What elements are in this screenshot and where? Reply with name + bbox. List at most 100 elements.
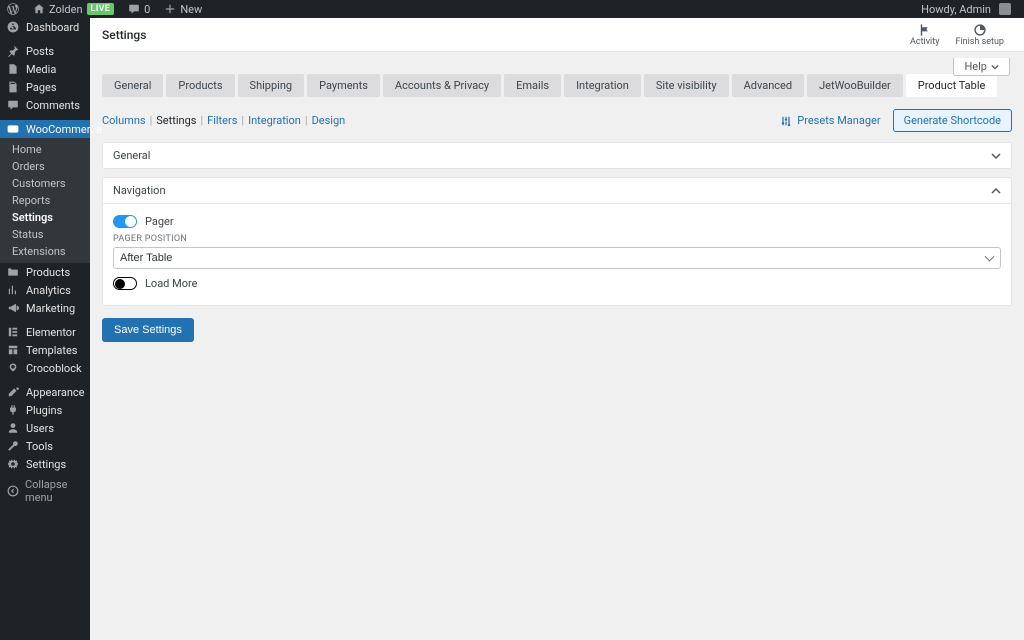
- howdy-label: Howdy, Admin: [921, 3, 991, 16]
- menu-label: Dashboard: [26, 21, 79, 34]
- menu-users[interactable]: Users: [0, 419, 90, 437]
- pt-sublink-settings[interactable]: Settings: [156, 114, 196, 127]
- appearance-icon: [7, 386, 19, 398]
- plus-icon: [164, 3, 176, 15]
- activity-panel-toggle[interactable]: Activity: [902, 23, 947, 47]
- menu-comments[interactable]: Comments: [0, 96, 90, 114]
- panel-general[interactable]: General: [102, 142, 1012, 169]
- wc-tab-shipping[interactable]: Shipping: [238, 74, 305, 97]
- howdy-account[interactable]: Howdy, Admin: [914, 0, 1018, 18]
- pager-position-select[interactable]: After Table: [113, 247, 1001, 269]
- menu-dashboard[interactable]: Dashboard: [0, 18, 90, 36]
- pt-sublink-columns[interactable]: Columns: [102, 114, 146, 127]
- menu-appearance[interactable]: Appearance: [0, 383, 90, 401]
- menu-label: Analytics: [26, 284, 71, 297]
- wc-tab-integration[interactable]: Integration: [564, 74, 641, 97]
- menu-products[interactable]: Products: [0, 263, 90, 281]
- submenu-settings[interactable]: Settings: [0, 209, 90, 226]
- menu-label: Pages: [26, 81, 57, 94]
- products-icon: [7, 266, 19, 278]
- menu-marketing[interactable]: Marketing: [0, 299, 90, 317]
- wc-tab-emails[interactable]: Emails: [504, 74, 561, 97]
- submenu-home[interactable]: Home: [0, 141, 90, 158]
- wc-tab-accounts-privacy[interactable]: Accounts & Privacy: [383, 74, 501, 97]
- submenu-status[interactable]: Status: [0, 226, 90, 243]
- wc-tab-payments[interactable]: Payments: [307, 74, 380, 97]
- media-icon: [7, 63, 19, 75]
- live-badge: Live: [87, 3, 115, 15]
- page-body: Settings Activity Finish setup Help Gene…: [90, 18, 1024, 640]
- menu-settings[interactable]: Settings: [0, 455, 90, 473]
- submenu-customers[interactable]: Customers: [0, 175, 90, 192]
- collapse-menu[interactable]: Collapse menu: [0, 473, 90, 509]
- panel-title: General: [113, 149, 150, 162]
- plugins-icon: [7, 404, 19, 416]
- comment-icon: [128, 3, 140, 15]
- wc-tab-product-table[interactable]: Product Table: [906, 74, 998, 97]
- menu-label: Settings: [26, 458, 66, 471]
- menu-posts[interactable]: Posts: [0, 42, 90, 60]
- menu-label: Media: [26, 63, 56, 76]
- menu-plugins[interactable]: Plugins: [0, 401, 90, 419]
- submenu-orders[interactable]: Orders: [0, 158, 90, 175]
- menu-tools[interactable]: Tools: [0, 437, 90, 455]
- wc-tab-products[interactable]: Products: [166, 74, 234, 97]
- pt-sublink-integration[interactable]: Integration: [248, 114, 301, 127]
- finish-setup[interactable]: Finish setup: [947, 23, 1012, 47]
- chevron-up-icon: [991, 186, 1001, 196]
- help-label: Help: [964, 60, 987, 73]
- wc-tab-general[interactable]: General: [102, 74, 163, 97]
- menu-templates[interactable]: Templates: [0, 341, 90, 359]
- wc-tab-site-visibility[interactable]: Site visibility: [644, 74, 729, 97]
- pages-icon: [7, 81, 19, 93]
- home-icon: [33, 3, 45, 15]
- wp-logo[interactable]: [0, 0, 26, 18]
- wc-tab-advanced[interactable]: Advanced: [732, 74, 804, 97]
- comment-icon: [7, 99, 19, 111]
- pin-icon: [7, 45, 19, 57]
- menu-label: Crocoblock: [26, 362, 82, 375]
- menu-pages[interactable]: Pages: [0, 78, 90, 96]
- loadmore-label: Load More: [145, 277, 197, 290]
- presets-label: Presets Manager: [797, 114, 880, 127]
- menu-media[interactable]: Media: [0, 60, 90, 78]
- panel-title: Navigation: [113, 184, 166, 197]
- collapse-icon: [7, 485, 19, 497]
- new-label: New: [180, 3, 202, 16]
- wc-tab-jetwoobuilder[interactable]: JetWooBuilder: [807, 74, 903, 97]
- menu-label: Comments: [26, 99, 80, 112]
- new-content[interactable]: New: [157, 0, 209, 18]
- site-name-label: Zolden: [49, 3, 83, 16]
- submenu-woocommerce: Home Orders Customers Reports Settings S…: [0, 138, 90, 263]
- menu-label: Users: [26, 422, 54, 435]
- submenu-reports[interactable]: Reports: [0, 192, 90, 209]
- pager-toggle[interactable]: [113, 215, 137, 228]
- menu-analytics[interactable]: Analytics: [0, 281, 90, 299]
- panel-navigation-header[interactable]: Navigation: [102, 177, 1012, 204]
- admin-bar: Zolden Live 0 New Howdy, Admin: [0, 0, 1024, 18]
- menu-label: Marketing: [26, 302, 75, 315]
- pt-sublink-filters[interactable]: Filters: [207, 114, 237, 127]
- flag-icon: [918, 23, 932, 37]
- save-settings-button[interactable]: Save Settings: [102, 318, 194, 342]
- page-header: Settings Activity Finish setup: [90, 18, 1024, 52]
- pt-sublink-design[interactable]: Design: [312, 114, 346, 127]
- presets-manager-link[interactable]: Presets Manager: [780, 114, 880, 127]
- loadmore-toggle[interactable]: [113, 277, 137, 290]
- menu-crocoblock[interactable]: Crocoblock: [0, 359, 90, 377]
- menu-woocommerce[interactable]: WooCommerce: [0, 120, 90, 138]
- comments-count[interactable]: 0: [121, 0, 157, 18]
- elementor-icon: [7, 326, 19, 338]
- submenu-extensions[interactable]: Extensions: [0, 243, 90, 260]
- site-name[interactable]: Zolden Live: [26, 0, 121, 18]
- dashboard-icon: [7, 21, 19, 33]
- help-tab[interactable]: Help: [953, 58, 1010, 76]
- activity-label: Activity: [910, 37, 939, 47]
- menu-elementor[interactable]: Elementor: [0, 323, 90, 341]
- admin-sidebar: Dashboard Posts Media Pages Comments Woo…: [0, 18, 90, 640]
- marketing-icon: [7, 302, 19, 314]
- comments-count-value: 0: [144, 3, 150, 16]
- generate-shortcode-button[interactable]: Generate Shortcode: [893, 109, 1012, 132]
- page-title: Settings: [102, 28, 146, 42]
- menu-label: Tools: [26, 440, 53, 453]
